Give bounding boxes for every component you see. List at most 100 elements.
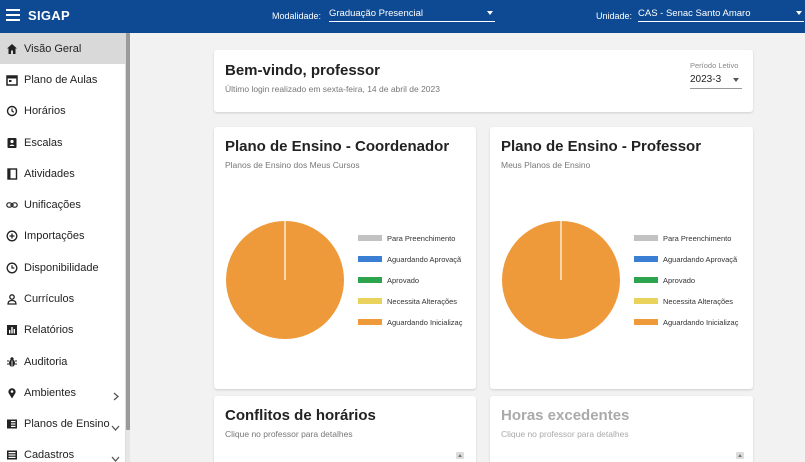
book-icon <box>6 167 18 180</box>
contact-card-icon <box>6 137 18 149</box>
scroll-up-button[interactable] <box>456 452 464 459</box>
legend-item[interactable]: Necessita Alterações <box>358 296 468 306</box>
horas-excedentes-card: Horas excedentes Clique no professor par… <box>490 396 753 462</box>
bug-icon <box>6 356 18 368</box>
legend-item[interactable]: Aguardando Inicializaç <box>634 317 744 327</box>
sidebar-item-importacoes[interactable]: Importações <box>0 220 126 251</box>
sidebar-item-label: Atividades <box>24 167 75 180</box>
sidebar-item-label: Auditoria <box>24 355 68 368</box>
periodo-letivo-label: Período Letivo <box>690 61 739 70</box>
sidebar-item-label: Horários <box>24 104 66 117</box>
legend-label: Aguardando Inicializaç <box>663 317 739 327</box>
link-icon <box>6 199 18 211</box>
legend-item[interactable]: Necessita Alterações <box>634 296 744 306</box>
legend-swatch <box>634 319 658 325</box>
periodo-letivo-select[interactable]: 2023-3 <box>690 72 742 89</box>
chart-legend: Para Preenchimento Aguardando Aprovaçã Apr… <box>634 233 746 333</box>
chevron-down-icon <box>487 11 493 15</box>
sidebar-item-label: Relatórios <box>24 323 74 336</box>
history-icon <box>6 105 18 117</box>
legend-swatch <box>634 298 658 304</box>
welcome-title: Bem-vindo, professor <box>225 62 381 79</box>
menu-icon[interactable] <box>6 9 20 21</box>
pie-chart[interactable] <box>501 219 621 341</box>
legend-label: Necessita Alterações <box>387 296 458 306</box>
sidebar-item-label: Plano de Aulas <box>24 73 98 86</box>
unidade-label: Unidade: <box>596 11 633 21</box>
card-subtitle: Clique no professor para detalhes <box>225 429 353 439</box>
pie-chart[interactable] <box>225 219 345 341</box>
sidebar: Visão Geral Plano de Aulas Horários Esca… <box>0 33 126 462</box>
sidebar-item-escalas[interactable]: Escalas <box>0 127 126 158</box>
chevron-right-icon <box>112 388 120 406</box>
sidebar-scrollbar[interactable] <box>126 33 130 462</box>
sidebar-item-relatorios[interactable]: Relatórios <box>0 314 126 345</box>
scrollbar-thumb[interactable] <box>126 33 130 430</box>
card-title: Plano de Ensino - Professor <box>501 138 702 155</box>
legend-item[interactable]: Aprovado <box>634 275 744 285</box>
calendar-icon <box>6 74 18 86</box>
sidebar-item-label: Escalas <box>24 136 63 149</box>
sidebar-item-visao-geral[interactable]: Visão Geral <box>0 33 126 64</box>
legend-label: Aprovado <box>663 275 696 285</box>
card-title: Conflitos de horários <box>225 407 376 424</box>
legend-swatch <box>634 277 658 283</box>
sidebar-item-label: Disponibilidade <box>24 261 99 274</box>
sidebar-item-label: Cadastros <box>24 448 75 461</box>
clock-icon <box>6 262 18 274</box>
conflitos-de-horarios-card: Conflitos de horários Clique no professo… <box>214 396 476 462</box>
sidebar-item-disponibilidade[interactable]: Disponibilidade <box>0 252 126 283</box>
sidebar-item-cadastros[interactable]: Cadastros <box>0 439 126 462</box>
legend-item[interactable]: Para Preenchimento <box>358 233 468 243</box>
last-login-text: Último login realizado em sexta-feira, 1… <box>225 84 440 94</box>
sidebar-item-planos-de-ensino[interactable]: Planos de Ensino <box>0 408 126 439</box>
sidebar-item-curriculos[interactable]: Currículos <box>0 283 126 314</box>
legend-label: Aprovado <box>387 275 420 285</box>
chevron-down-icon <box>111 419 120 437</box>
plano-ensino-coordenador-card: Plano de Ensino - Coordenador Planos de … <box>214 127 476 389</box>
app-title: SIGAP <box>28 8 70 23</box>
legend-swatch <box>358 277 382 283</box>
card-subtitle: Planos de Ensino dos Meus Cursos <box>225 160 360 170</box>
sidebar-item-label: Importações <box>24 229 85 242</box>
legend-swatch <box>358 235 382 241</box>
legend-swatch <box>358 298 382 304</box>
sidebar-item-label: Ambientes <box>24 386 76 399</box>
sidebar-item-plano-de-aulas[interactable]: Plano de Aulas <box>0 64 126 95</box>
sidebar-item-ambientes[interactable]: Ambientes <box>0 377 126 408</box>
sidebar-item-label: Unificações <box>24 198 81 211</box>
sidebar-item-label: Planos de Ensino <box>24 417 110 430</box>
legend-swatch <box>358 256 382 262</box>
book-open-icon <box>6 418 18 430</box>
legend-label: Aguardando Inicializaç <box>387 317 463 327</box>
sidebar-item-unificacoes[interactable]: Unificações <box>0 189 126 220</box>
unidade-value: CAS - Senac Santo Amaro <box>638 8 751 19</box>
modalidade-label: Modalidade: <box>272 11 322 21</box>
chevron-down-icon <box>111 450 120 462</box>
legend-item[interactable]: Aprovado <box>358 275 468 285</box>
legend-item[interactable]: Aguardando Aprovaçã <box>358 254 468 264</box>
bar-chart-icon <box>6 324 18 336</box>
welcome-card: Bem-vindo, professor Último login realiz… <box>214 50 753 112</box>
list-icon <box>6 449 18 461</box>
sidebar-item-horarios[interactable]: Horários <box>0 95 126 126</box>
scroll-up-button[interactable] <box>736 452 744 459</box>
chevron-down-icon <box>796 11 802 15</box>
unidade-select[interactable]: CAS - Senac Santo Amaro <box>638 6 804 22</box>
legend-item[interactable]: Para Preenchimento <box>634 233 744 243</box>
modalidade-value: Graduação Presencial <box>329 8 423 19</box>
plano-ensino-professor-card: Plano de Ensino - Professor Meus Planos … <box>490 127 753 389</box>
home-icon <box>6 43 18 55</box>
legend-swatch <box>634 235 658 241</box>
sidebar-item-atividades[interactable]: Atividades <box>0 158 126 189</box>
sidebar-item-label: Currículos <box>24 292 75 305</box>
card-title: Horas excedentes <box>501 407 630 424</box>
legend-item[interactable]: Aguardando Inicializaç <box>358 317 468 327</box>
chart-legend: Para Preenchimento Aguardando Aprovaçã Apr… <box>358 233 470 333</box>
legend-item[interactable]: Aguardando Aprovaçã <box>634 254 744 264</box>
sidebar-item-auditoria[interactable]: Auditoria <box>0 346 126 377</box>
sidebar-item-label: Visão Geral <box>24 42 82 55</box>
modalidade-select[interactable]: Graduação Presencial <box>329 6 495 22</box>
top-app-bar: SIGAP Modalidade: Graduação Presencial U… <box>0 0 805 33</box>
location-pin-icon <box>6 387 18 399</box>
